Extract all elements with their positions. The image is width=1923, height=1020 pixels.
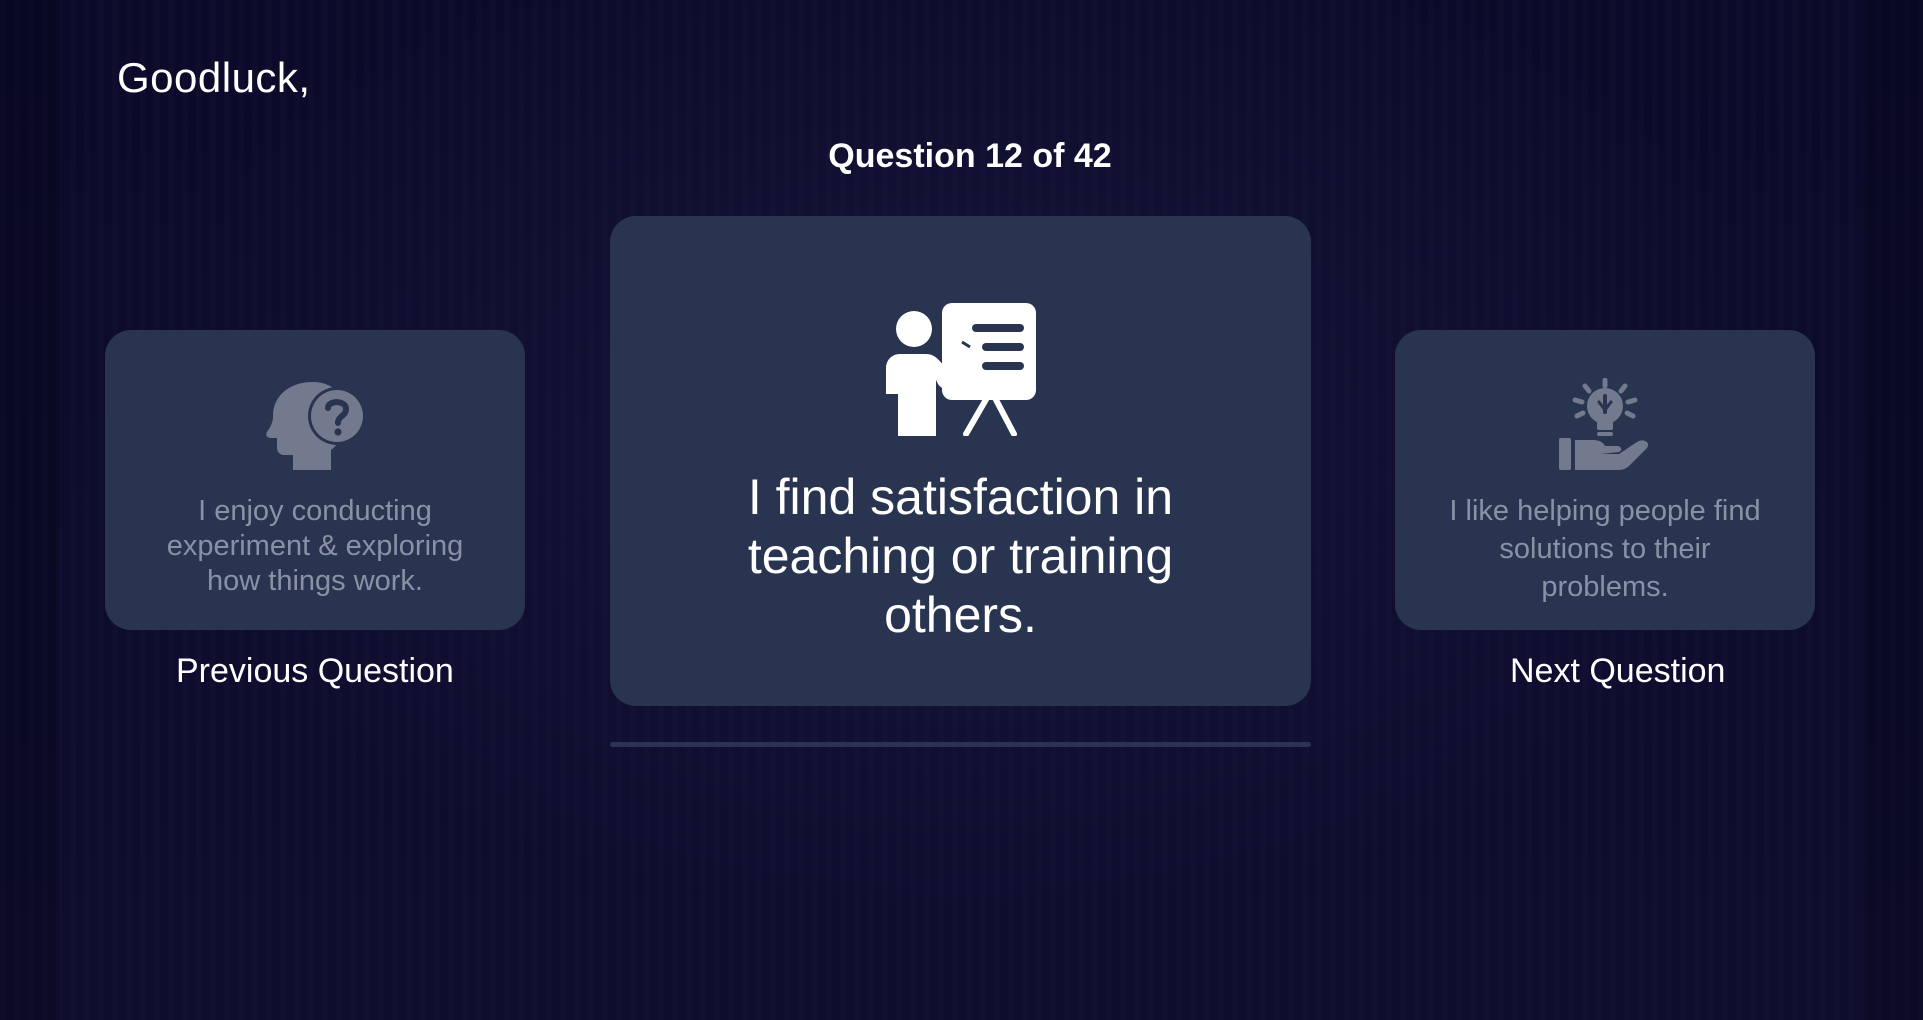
head-question-icon	[263, 378, 367, 470]
previous-question-text: I enjoy conducting experiment & explorin…	[166, 495, 464, 597]
next-question-card[interactable]: I like helping people find solutions to …	[1395, 330, 1815, 630]
question-counter: Question 12 of 42	[828, 137, 1112, 175]
next-question-button[interactable]: Next Question	[1510, 652, 1725, 691]
hand-lightbulb-icon	[1557, 378, 1653, 470]
next-question-text: I like helping people find solutions to …	[1449, 495, 1761, 603]
previous-question-card[interactable]: I enjoy conducting experiment & explorin…	[105, 330, 525, 630]
previous-question-button[interactable]: Previous Question	[176, 652, 454, 691]
teacher-presentation-icon	[885, 302, 1036, 436]
current-question-text: I find satisfaction in teaching or train…	[747, 469, 1174, 643]
current-question-card: I find satisfaction in teaching or train…	[610, 216, 1311, 706]
progress-bar-track	[610, 742, 1311, 747]
greeting-text: Goodluck,	[117, 54, 311, 101]
